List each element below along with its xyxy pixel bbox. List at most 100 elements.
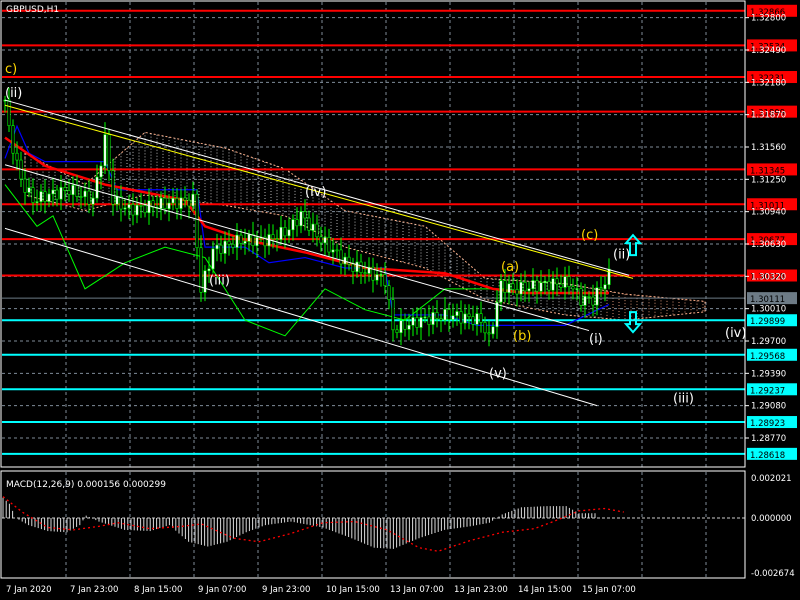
candle-body [331,249,335,253]
candle-body [95,176,99,199]
candle-body [67,190,71,195]
x-tick-label: 8 Jan 15:00 [134,585,182,595]
candle-body [227,240,231,245]
candle-body [391,299,395,331]
wave-label: (ii) [5,86,22,101]
candle-body [195,193,199,249]
candle-body [199,247,203,293]
candle-body [27,187,31,193]
candle-body [219,244,223,254]
trendline [4,227,598,407]
trendline [4,164,590,332]
candle-body [127,204,131,209]
indicator-lines [4,124,610,337]
candle-body [439,318,443,321]
candle-body [511,283,515,290]
candle-body [115,195,119,205]
candle-body [75,185,79,197]
candle-body [535,280,539,292]
candle-body [407,324,411,330]
candle-body [479,313,483,323]
candle-body [323,236,327,244]
support-level-label: 1.29899 [750,317,785,327]
candle-body [387,285,391,300]
candle-body [299,211,303,227]
candle-body [503,280,507,293]
wave-label: (i) [589,332,603,347]
candle-body [239,234,243,244]
x-tick-label: 10 Jan 15:00 [326,585,380,595]
candle-body [495,301,499,328]
macd-panel [2,496,745,552]
candle-body [527,288,531,292]
candle-body [43,191,47,202]
candle-body [167,202,171,210]
candle-body [411,317,415,326]
candle-body [303,211,307,219]
candle-body [271,234,275,240]
x-tick-label: 13 Jan 07:00 [390,585,444,595]
candle-body [211,248,215,270]
candle-body [539,282,543,292]
candle-body [79,196,83,198]
candle-body [91,197,95,205]
candle-body [547,280,551,291]
candle-body [363,272,367,275]
candle-body [139,204,143,207]
candle-body [55,189,59,200]
support-level-label: 1.29237 [750,386,785,396]
candle-body [235,234,239,248]
candle-body [523,281,527,292]
candle-body [375,274,379,281]
candle-body [31,187,35,203]
candle-body [351,263,355,272]
candle-body [443,309,447,321]
y-tick-label: 1.31870 [751,111,786,121]
candle-body [275,238,279,241]
candle-body [207,268,211,272]
candle-body [291,219,295,231]
chart-window[interactable]: 1.328661.325341.322311.318991.313451.310… [0,0,800,600]
candle-body [135,204,139,216]
y-tick-label: 1.32490 [751,46,786,56]
candle-body [191,193,195,207]
candle-body [159,197,163,209]
candle-body [579,288,583,306]
candle-body [183,197,187,201]
candle-body [487,332,491,335]
macd-y-tick-label: -0.002674 [751,569,795,579]
candle-body [171,198,175,204]
x-tick-label: 13 Jan 23:00 [454,585,508,595]
candle-body [359,261,363,274]
trendlines[interactable] [4,99,634,407]
candle-body [423,316,427,319]
candle-body [471,316,475,325]
candle-body [583,296,587,306]
candle-body [551,278,555,291]
candle-body [459,311,463,324]
candle-body [447,309,451,320]
candle-body [595,287,599,306]
candle-body [163,197,167,210]
candle-body [563,276,567,288]
candle-body [295,219,299,227]
candle-body [147,200,151,214]
y-tick-label: 1.30630 [751,240,786,250]
candle-body [307,217,311,231]
candle-body [587,296,591,298]
candle-body [379,274,383,276]
candle-body [63,187,67,191]
candle-body [231,243,235,248]
candle-body [71,185,75,195]
candle-body [243,240,247,244]
support-level-label: 1.28618 [750,451,785,461]
x-tick-label: 15 Jan 07:00 [582,585,636,595]
wave-label: (c) [581,228,598,243]
y-tick-label: 1.32800 [751,14,786,24]
candle-body [203,270,207,293]
wave-label: c) [5,62,17,77]
candle-body [283,227,287,237]
macd-y-tick-label: 0.000000 [751,514,792,524]
y-tick-label: 1.30010 [751,305,786,315]
wave-label: (ii) [613,248,630,263]
